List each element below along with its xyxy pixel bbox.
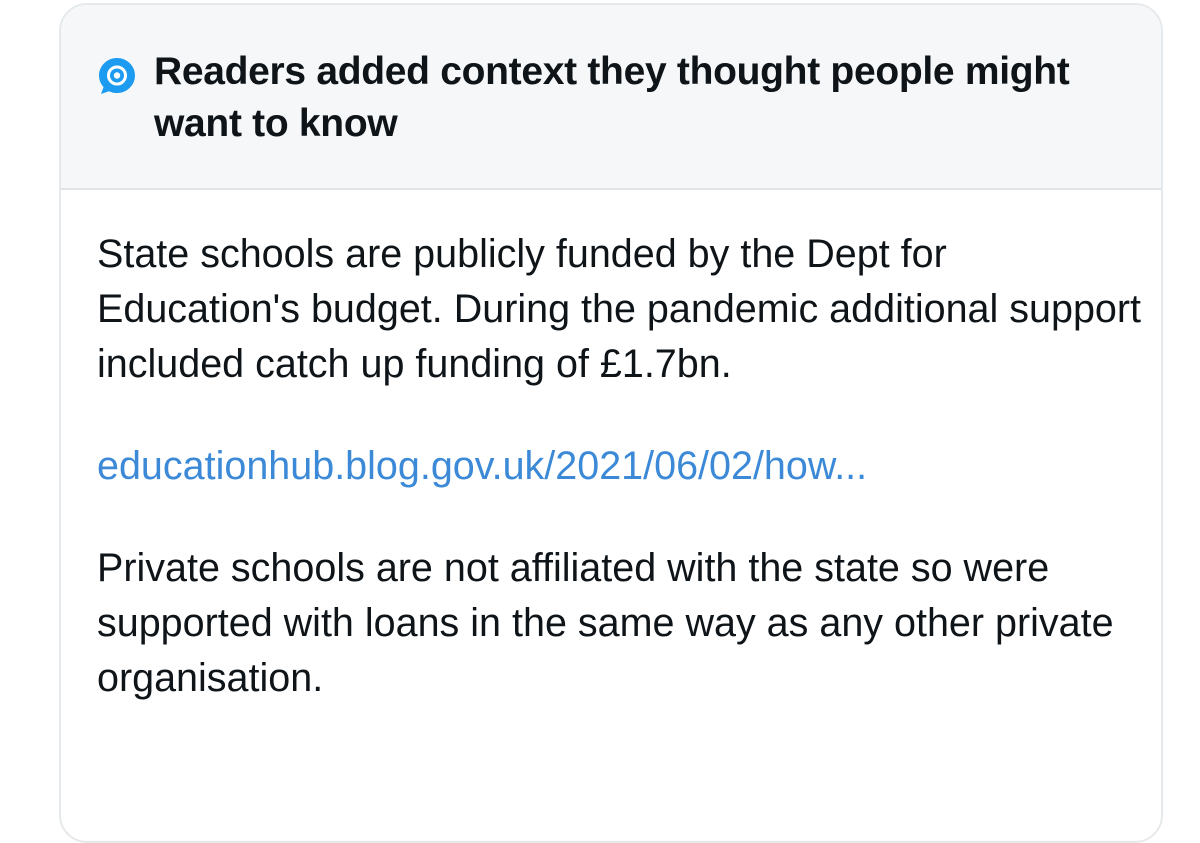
note-header-title: Readers added context they thought peopl… xyxy=(154,50,1070,145)
note-text-paragraph-1: State schools are publicly funded by the… xyxy=(97,232,1142,386)
community-note-card: Readers added context they thought peopl… xyxy=(59,3,1163,843)
note-header: Readers added context they thought peopl… xyxy=(61,5,1161,190)
community-notes-icon xyxy=(97,56,137,96)
note-body: State schools are publicly funded by the… xyxy=(97,227,1147,706)
note-text-paragraph-2: Private schools are not affiliated with … xyxy=(97,546,1114,700)
source-link[interactable]: educationhub.blog.gov.uk/2021/06/02/how.… xyxy=(97,439,1147,494)
